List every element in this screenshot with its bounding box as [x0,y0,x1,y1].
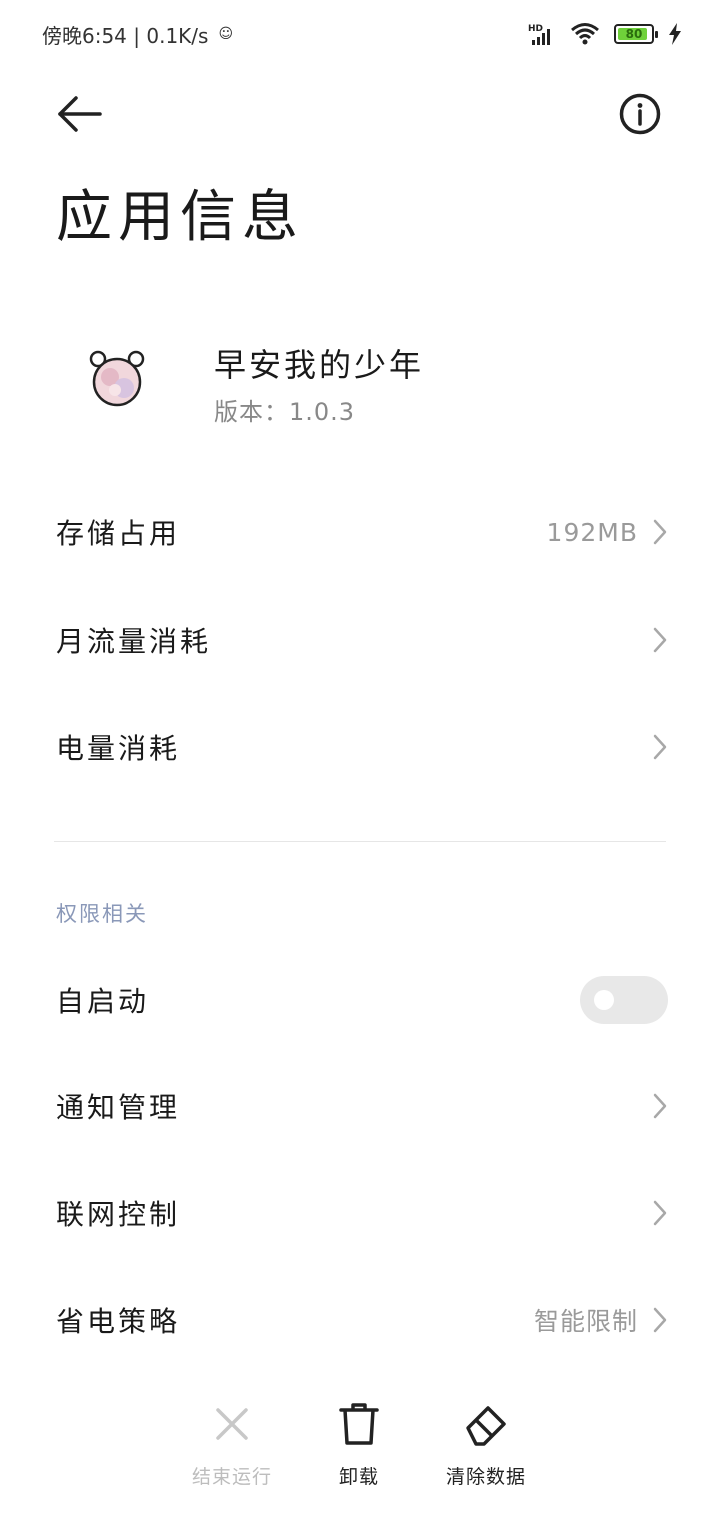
storage-label: 存储占用 [56,517,181,550]
chevron-right-icon [653,734,667,760]
chevron-right-icon [653,1200,667,1226]
battery-usage-row[interactable]: 电量消耗 [0,707,720,787]
battery-usage-right [652,733,668,761]
force-stop-label: 结束运行 [191,1466,272,1488]
autostart-label: 自启动 [56,985,150,1018]
signal-icon: HD [528,24,550,45]
storage-row[interactable]: 存储占用 192MB [0,492,720,572]
clear-data-button[interactable]: 清除数据 [426,1400,546,1489]
network-control-right [652,1199,668,1227]
chevron-right-icon [653,627,667,653]
data-usage-row[interactable]: 月流量消耗 [0,600,720,680]
notification-management-label: 通知管理 [56,1091,181,1124]
data-usage-right [652,626,668,654]
chevron-right-icon [653,1093,667,1119]
status-time-speed: 傍晚6:54 | 0.1K/s [42,23,209,48]
wifi-icon [571,23,599,45]
autostart-toggle[interactable] [580,976,668,1024]
storage-value: 192MB [546,517,638,547]
battery-usage-label: 电量消耗 [56,732,181,765]
app-name: 早安我的少年 [214,346,425,384]
status-bar: 傍晚6:54 | 0.1K/s ☺ HD 80 [0,0,720,68]
app-icon [89,350,145,407]
force-stop-button[interactable]: 结束运行 [172,1400,292,1489]
eraser-icon [466,1406,506,1446]
info-button[interactable] [618,92,662,136]
battery-level: 80 [625,27,643,41]
status-left: 傍晚6:54 | 0.1K/s ☺ [42,20,233,49]
chevron-right-icon [653,519,667,545]
power-saving-row[interactable]: 省电策略 智能限制 [0,1280,720,1360]
network-control-row[interactable]: 联网控制 [0,1173,720,1253]
back-arrow-icon [58,96,102,132]
uninstall-button[interactable]: 卸载 [299,1400,419,1489]
clear-data-label: 清除数据 [445,1466,526,1488]
storage-right: 192MB [547,518,668,547]
app-version: 版本：1.0.3 [214,398,356,426]
trash-icon [339,1403,379,1445]
page-title: 应用信息 [56,185,304,250]
charging-icon [669,23,681,45]
data-usage-label: 月流量消耗 [56,625,212,658]
section-divider [54,841,666,842]
uninstall-label: 卸载 [338,1466,379,1488]
info-icon [619,93,661,135]
chevron-right-icon [653,1307,667,1333]
notification-management-right [652,1092,668,1120]
notification-icon: ☺ [218,26,234,42]
battery-icon: 80 [614,24,658,44]
power-saving-label: 省电策略 [56,1305,181,1338]
notification-management-row[interactable]: 通知管理 [0,1066,720,1146]
bottom-action-bar: 结束运行 卸载 清除数据 [0,1400,720,1500]
toggle-knob [594,990,614,1010]
app-info-page: 傍晚6:54 | 0.1K/s ☺ HD 80 应用信息 早安我的少年 版本：1… [0,0,720,1520]
network-control-label: 联网控制 [56,1198,181,1231]
svg-text:HD: HD [528,24,543,34]
back-button[interactable] [56,92,104,136]
power-saving-value: 智能限制 [533,1307,638,1336]
power-saving-right: 智能限制 [534,1302,668,1338]
permissions-section-title: 权限相关 [56,902,148,926]
status-right: HD 80 [528,22,682,46]
close-icon [216,1408,248,1440]
autostart-row[interactable]: 自启动 [0,960,720,1040]
